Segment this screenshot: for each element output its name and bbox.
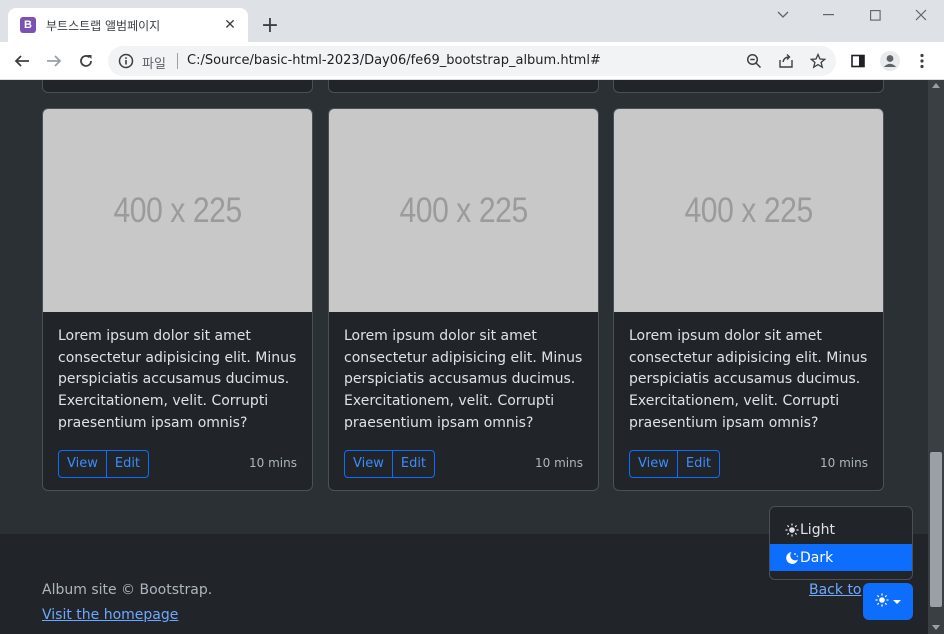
url-divider	[177, 53, 178, 69]
button-group: View Edit	[629, 449, 721, 478]
zoom-icon[interactable]	[744, 51, 764, 71]
thumbnail-size-label: 400 x 225	[113, 190, 242, 230]
side-panel-icon[interactable]	[844, 47, 872, 75]
card-body: Lorem ipsum dolor sit amet consectetur a…	[329, 312, 598, 480]
window-close-icon[interactable]	[898, 4, 944, 26]
close-tab-icon[interactable]: ✕	[222, 17, 238, 33]
copyright-text: Album site © Bootstrap.	[42, 582, 213, 598]
theme-option-label: Light	[800, 521, 835, 538]
view-button[interactable]: View	[58, 449, 107, 478]
sun-icon	[875, 592, 889, 611]
forward-arrow-icon[interactable]	[40, 47, 68, 75]
thumbnail-placeholder: 400 x 225	[329, 109, 598, 312]
thumbnail-placeholder: 400 x 225	[43, 109, 312, 312]
time-label: 10 mins	[535, 455, 583, 470]
page-scrollbar[interactable]	[928, 80, 944, 634]
tab-title: 부트스트랩 앨범페이지	[46, 18, 161, 33]
card-body: Lorem ipsum dolor sit amet consectetur a…	[43, 312, 312, 480]
browser-menu-icon[interactable]	[908, 47, 936, 75]
album-card: 400 x 225 Lorem ipsum dolor sit amet con…	[613, 108, 884, 491]
view-button[interactable]: View	[629, 449, 678, 478]
thumbnail-size-label: 400 x 225	[399, 190, 528, 230]
album-card: 400 x 225 Lorem ipsum dolor sit amet con…	[328, 108, 599, 491]
album-card-stub	[328, 80, 599, 93]
theme-option-dark[interactable]: Dark	[770, 544, 912, 571]
address-bar[interactable]: 파일 C:/Source/basic-html-2023/Day06/fe69_…	[108, 46, 836, 76]
browser-tab[interactable]: B 부트스트랩 앨범페이지 ✕	[8, 8, 248, 42]
card-body: Lorem ipsum dolor sit amet consectetur a…	[614, 312, 883, 480]
album-card-stub	[42, 80, 313, 93]
minimize-icon[interactable]	[806, 4, 852, 26]
site-info-icon[interactable]	[118, 53, 134, 73]
tab-search-icon[interactable]	[760, 4, 806, 26]
chevron-down-icon	[893, 599, 901, 604]
theme-dropdown-menu: Light Dark	[769, 506, 913, 580]
scroll-up-arrow-icon[interactable]	[932, 83, 940, 88]
page-viewport: 400 x 225 Lorem ipsum dolor sit amet con…	[0, 80, 928, 634]
maximize-icon[interactable]	[852, 4, 898, 26]
time-label: 10 mins	[249, 455, 297, 470]
card-footer: View Edit 10 mins	[629, 449, 868, 480]
thumbnail-placeholder: 400 x 225	[614, 109, 883, 312]
bookmark-star-icon[interactable]	[808, 51, 828, 71]
card-footer: View Edit 10 mins	[344, 449, 583, 480]
album-card: 400 x 225 Lorem ipsum dolor sit amet con…	[42, 108, 313, 491]
card-text: Lorem ipsum dolor sit amet consectetur a…	[58, 328, 297, 431]
edit-button[interactable]: Edit	[106, 449, 150, 478]
tab-strip: B 부트스트랩 앨범페이지 ✕ +	[0, 0, 944, 42]
thumbnail-size-label: 400 x 225	[684, 190, 813, 230]
button-group: View Edit	[344, 449, 436, 478]
scrollbar-thumb[interactable]	[930, 452, 942, 607]
view-button[interactable]: View	[344, 449, 393, 478]
card-text: Lorem ipsum dolor sit amet consectetur a…	[629, 328, 868, 431]
new-tab-button[interactable]: +	[258, 13, 282, 38]
url-scheme-label: 파일	[142, 57, 166, 72]
homepage-link[interactable]: Visit the homepage	[42, 607, 178, 623]
url-text[interactable]: C:/Source/basic-html-2023/Day06/fe69_boo…	[187, 53, 601, 68]
edit-button[interactable]: Edit	[392, 449, 436, 478]
browser-toolbar: 파일 C:/Source/basic-html-2023/Day06/fe69_…	[0, 42, 944, 80]
theme-option-label: Dark	[800, 549, 834, 566]
card-text: Lorem ipsum dolor sit amet consectetur a…	[344, 328, 583, 431]
share-icon[interactable]	[776, 51, 796, 71]
back-arrow-icon[interactable]	[8, 47, 36, 75]
bootstrap-favicon-icon: B	[20, 17, 36, 33]
scroll-down-arrow-icon[interactable]	[932, 625, 940, 630]
album-card-stub	[613, 80, 884, 93]
edit-button[interactable]: Edit	[677, 449, 721, 478]
theme-toggle-button[interactable]	[863, 583, 913, 620]
profile-avatar-icon[interactable]	[876, 47, 904, 75]
reload-icon[interactable]	[72, 47, 100, 75]
button-group: View Edit	[58, 449, 150, 478]
theme-option-light[interactable]: Light	[770, 516, 912, 543]
back-to-top-link[interactable]: Back to	[809, 582, 862, 598]
card-footer: View Edit 10 mins	[58, 449, 297, 480]
moon-stars-icon	[784, 551, 800, 565]
time-label: 10 mins	[820, 455, 868, 470]
sun-icon	[784, 523, 800, 537]
